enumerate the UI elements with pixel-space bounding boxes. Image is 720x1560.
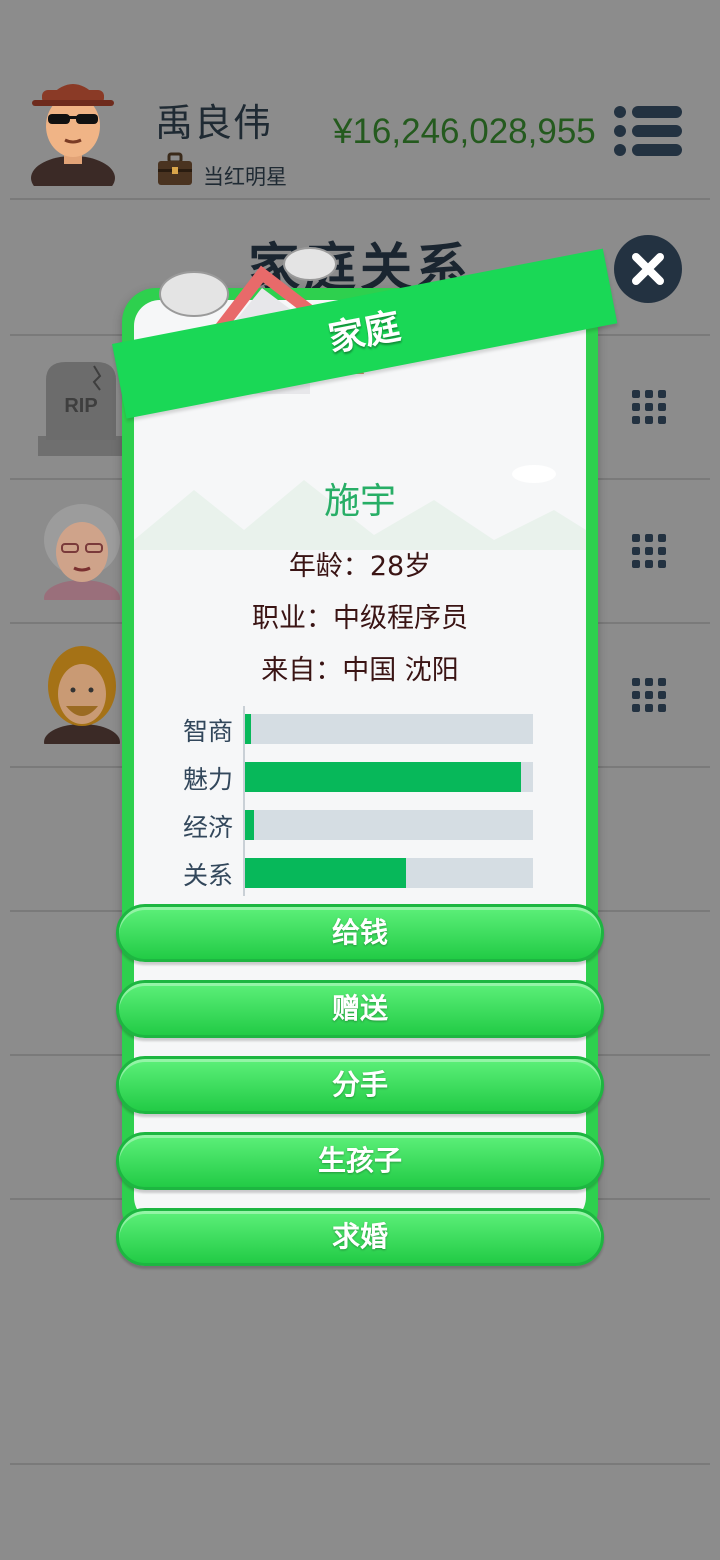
top-bar: 禹良伟 当红明星 ¥16,246,028,955 [0, 0, 720, 200]
stat-fill-iq [245, 714, 251, 744]
stat-fill-charm [245, 762, 522, 792]
break-up-button[interactable]: 分手 [116, 1056, 604, 1114]
grid-icon[interactable] [632, 390, 666, 424]
stat-label-charm: 魅力 [182, 765, 233, 794]
job-label: 职业： [252, 603, 333, 634]
tombstone-avatar: RIP [38, 362, 124, 456]
info-age: 年龄：28岁 [122, 544, 598, 583]
job-value: 中级程序员 [333, 603, 468, 634]
grid-icon[interactable] [632, 678, 666, 712]
stat-label-relation: 关系 [182, 861, 233, 890]
close-icon [632, 253, 664, 285]
stat-fill-relation [245, 858, 407, 888]
propose-button[interactable]: 求婚 [116, 1208, 604, 1266]
close-button[interactable] [614, 235, 682, 303]
briefcase-icon [158, 152, 192, 185]
stat-fill-economy [245, 810, 254, 840]
stat-bar-relation [245, 858, 533, 888]
menu-icon[interactable] [612, 104, 684, 158]
money-display: ¥16,246,028,955 [333, 112, 596, 151]
have-baby-button[interactable]: 生孩子 [116, 1132, 604, 1190]
player-job: 当红明星 [203, 165, 287, 189]
info-job: 职业：中级程序员 [122, 596, 598, 635]
info-origin: 来自：中国 沈阳 [122, 648, 598, 687]
row-divider [10, 1463, 710, 1465]
stat-bar-economy [245, 810, 533, 840]
stat-bar-iq [245, 714, 533, 744]
member-name: 施宇 [323, 481, 396, 522]
gift-button[interactable]: 赠送 [116, 980, 604, 1038]
origin-value: 中国 沈阳 [342, 655, 459, 686]
header-divider [10, 198, 710, 200]
grid-icon[interactable] [632, 534, 666, 568]
tombstone-text: RIP [64, 395, 97, 417]
stat-label-iq: 智商 [182, 717, 233, 746]
age-value: 28岁 [369, 551, 432, 582]
grandmother-avatar[interactable] [40, 500, 130, 600]
give-money-button[interactable]: 给钱 [116, 904, 604, 962]
player-avatar[interactable] [28, 74, 118, 186]
stat-bar-charm [245, 762, 533, 792]
origin-label: 来自： [261, 655, 343, 686]
player-name: 禹良伟 [155, 101, 273, 145]
age-label: 年龄： [288, 551, 370, 582]
blonde-man-avatar[interactable] [40, 644, 130, 744]
stat-label-economy: 经济 [182, 813, 233, 842]
